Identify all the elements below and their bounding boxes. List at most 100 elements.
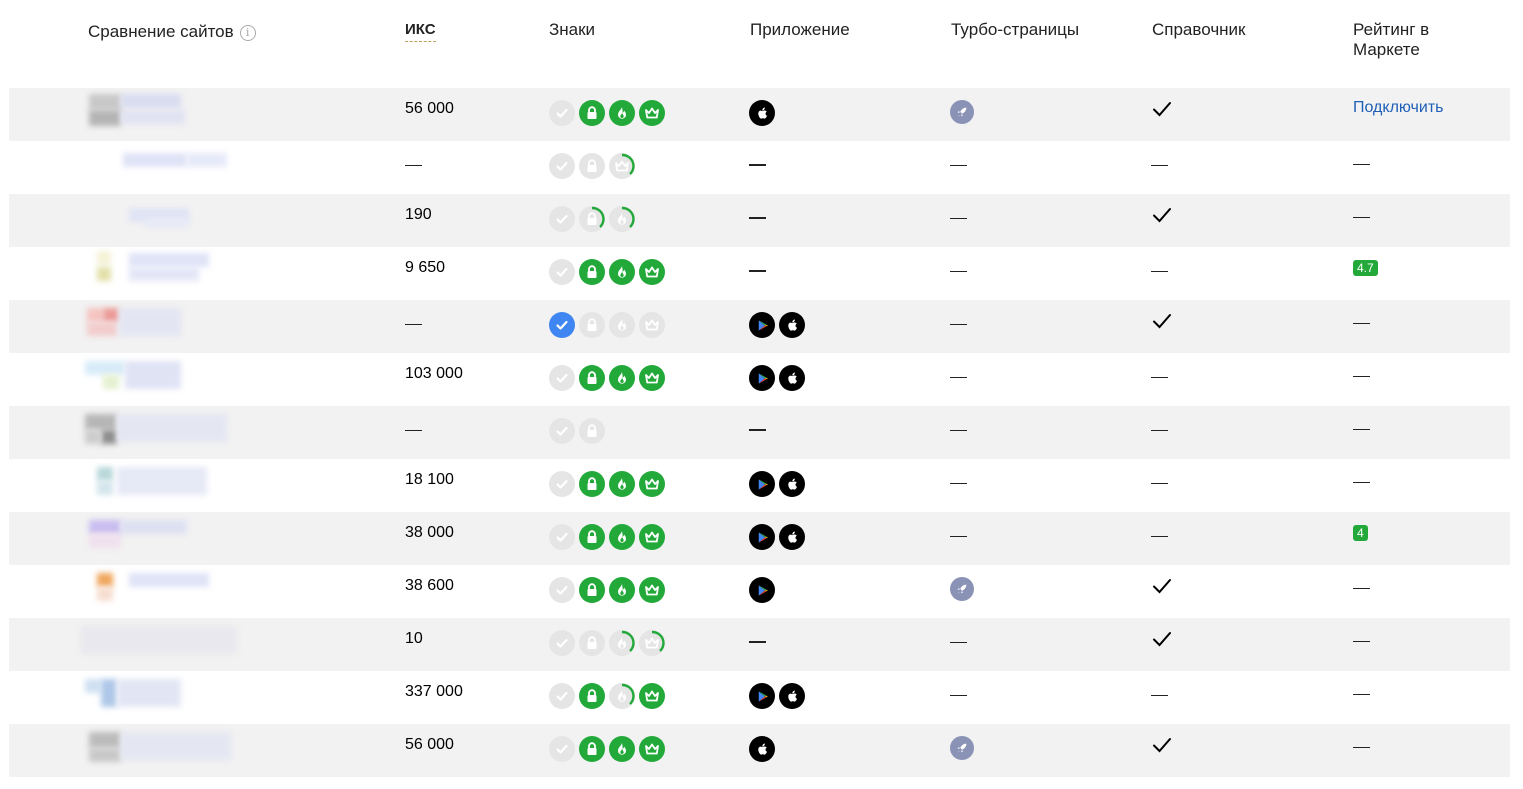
badge-fire-icon[interactable] (609, 100, 635, 126)
badge-fire-icon[interactable] (609, 471, 635, 497)
rating-badge[interactable]: 4 (1353, 525, 1368, 541)
site-logo-blurred[interactable] (69, 406, 269, 459)
site-logo-blurred[interactable] (69, 724, 269, 777)
google-play-icon[interactable] (749, 471, 775, 497)
badge-check-icon[interactable] (549, 100, 575, 126)
iks-dash (405, 429, 422, 431)
badge-lock-icon[interactable] (579, 471, 605, 497)
checkmark-icon (1151, 738, 1173, 760)
google-play-icon[interactable] (749, 365, 775, 391)
badge-lock-icon[interactable] (579, 153, 605, 179)
badge-check-icon[interactable] (549, 683, 575, 709)
badge-lock-icon[interactable] (579, 630, 605, 656)
turbo-dash (950, 535, 967, 537)
site-logo-blurred[interactable] (69, 618, 269, 671)
badge-check-icon[interactable] (549, 630, 575, 656)
badge-check-icon[interactable] (549, 577, 575, 603)
site-logo-blurred[interactable] (69, 247, 269, 300)
info-icon[interactable]: i (239, 24, 256, 41)
badge-crown-icon[interactable] (639, 259, 665, 285)
apple-icon[interactable] (779, 524, 805, 550)
badge-lock-icon[interactable] (579, 736, 605, 762)
site-logo-blurred[interactable] (69, 565, 269, 618)
google-play-icon[interactable] (749, 577, 775, 603)
site-logo-blurred[interactable] (69, 194, 269, 247)
badge-check-icon[interactable] (549, 206, 575, 232)
header-iks[interactable]: ИКС (405, 20, 436, 42)
google-play-icon[interactable] (749, 683, 775, 709)
badges-cell (549, 365, 665, 391)
turbo-dash (950, 164, 967, 166)
badge-crown-icon[interactable] (639, 100, 665, 126)
badges-cell (549, 524, 665, 550)
badge-fire-icon[interactable] (609, 524, 635, 550)
badge-lock-icon[interactable] (579, 100, 605, 126)
badge-check-icon[interactable] (549, 418, 575, 444)
table-row: 190 (9, 194, 1510, 247)
site-logo-blurred[interactable] (69, 300, 269, 353)
market-dash (1353, 587, 1370, 589)
site-logo-blurred[interactable] (69, 459, 269, 512)
rating-badge[interactable]: 4.7 (1353, 260, 1378, 276)
badge-lock-icon[interactable] (579, 683, 605, 709)
badge-lock-icon[interactable] (579, 259, 605, 285)
site-logo-blurred[interactable] (69, 512, 269, 565)
badge-lock-icon[interactable] (579, 577, 605, 603)
badge-check-icon[interactable] (549, 259, 575, 285)
badge-check-icon[interactable] (549, 153, 575, 179)
apple-icon[interactable] (779, 312, 805, 338)
badge-crown-icon[interactable] (639, 736, 665, 762)
badge-fire-icon[interactable] (609, 577, 635, 603)
badge-crown-icon[interactable] (609, 153, 635, 179)
badge-crown-icon[interactable] (639, 577, 665, 603)
table-row: 38 000 4 (9, 512, 1510, 565)
badge-lock-icon[interactable] (579, 206, 605, 232)
badge-fire-icon[interactable] (609, 259, 635, 285)
badge-crown-icon[interactable] (639, 630, 665, 656)
site-logo-blurred[interactable] (69, 671, 269, 724)
google-play-icon[interactable] (749, 312, 775, 338)
badge-check-icon[interactable] (549, 365, 575, 391)
apple-icon[interactable] (749, 736, 775, 762)
apple-icon[interactable] (779, 471, 805, 497)
market-cell (1353, 735, 1370, 788)
badge-lock-icon[interactable] (579, 312, 605, 338)
badge-crown-icon[interactable] (639, 524, 665, 550)
badge-fire-icon[interactable] (609, 736, 635, 762)
badge-check-icon[interactable] (549, 736, 575, 762)
badge-fire-icon[interactable] (609, 683, 635, 709)
badge-crown-icon[interactable] (639, 312, 665, 338)
badge-crown-icon[interactable] (639, 365, 665, 391)
badges-cell (549, 471, 665, 497)
badge-lock-icon[interactable] (579, 524, 605, 550)
badge-check-icon[interactable] (549, 524, 575, 550)
rocket-icon[interactable] (950, 736, 974, 760)
badge-fire-icon[interactable] (609, 206, 635, 232)
badges-cell (549, 100, 665, 126)
badge-check-icon[interactable] (549, 471, 575, 497)
table-row: 56 000 Подключить (9, 88, 1510, 141)
badge-fire-icon[interactable] (609, 365, 635, 391)
badge-fire-icon[interactable] (609, 312, 635, 338)
badge-check-icon[interactable] (549, 312, 575, 338)
iks-dash (405, 164, 422, 166)
site-logo-blurred[interactable] (69, 141, 269, 194)
apple-icon[interactable] (749, 100, 775, 126)
badge-crown-icon[interactable] (639, 683, 665, 709)
badge-lock-icon[interactable] (579, 365, 605, 391)
rocket-icon[interactable] (950, 100, 974, 124)
sprav-dash (1151, 164, 1168, 166)
connect-link[interactable]: Подключить (1353, 99, 1443, 116)
rocket-icon[interactable] (950, 577, 974, 601)
site-logo-blurred[interactable] (69, 88, 269, 141)
site-logo-blurred[interactable] (69, 353, 269, 406)
badge-fire-icon[interactable] (609, 630, 635, 656)
app-cell (749, 524, 805, 550)
badge-crown-icon[interactable] (639, 471, 665, 497)
badge-lock-icon[interactable] (579, 418, 605, 444)
app-cell (749, 259, 766, 285)
google-play-icon[interactable] (749, 524, 775, 550)
apple-icon[interactable] (779, 683, 805, 709)
iks-dash (405, 323, 422, 325)
apple-icon[interactable] (779, 365, 805, 391)
